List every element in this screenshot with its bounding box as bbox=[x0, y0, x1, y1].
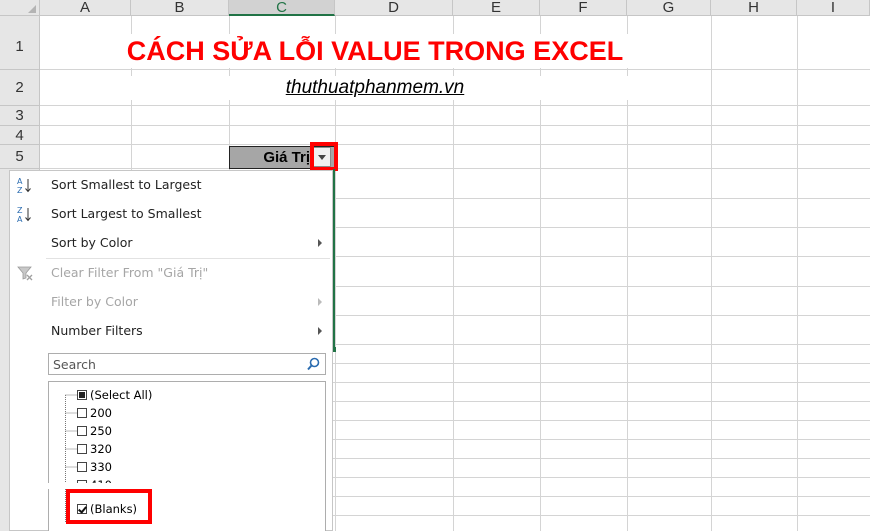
column-header-i[interactable]: I bbox=[797, 0, 870, 16]
menu-label: Sort Largest to Smallest bbox=[51, 206, 202, 221]
checkbox-blanks[interactable] bbox=[77, 504, 87, 514]
list-item-label: 200 bbox=[90, 406, 112, 420]
list-item-label: 250 bbox=[90, 424, 112, 438]
submenu-arrow-icon bbox=[318, 298, 322, 306]
autofilter-menu: A Z Sort Smallest to Largest Z A Sort La… bbox=[9, 170, 333, 531]
column-header-f[interactable]: F bbox=[540, 0, 627, 16]
svg-text:Z: Z bbox=[17, 206, 23, 215]
column-header-d[interactable]: D bbox=[335, 0, 453, 16]
menu-sort-desc[interactable]: Z A Sort Largest to Smallest bbox=[10, 201, 332, 227]
list-item-label: (Blanks) bbox=[90, 502, 138, 516]
menu-label: Clear Filter From "Giá Trị" bbox=[51, 265, 209, 280]
svg-text:A: A bbox=[17, 215, 23, 223]
filter-search-box[interactable] bbox=[48, 353, 326, 375]
grid-line bbox=[40, 144, 870, 145]
row-header-3[interactable]: 3 bbox=[0, 106, 40, 126]
row-header-2[interactable]: 2 bbox=[0, 70, 40, 106]
checkbox-select-all[interactable] bbox=[77, 390, 87, 400]
list-item-select-all[interactable]: (Select All) bbox=[49, 386, 319, 404]
list-item[interactable]: 200 bbox=[49, 404, 319, 422]
list-item-label: (Select All) bbox=[90, 388, 153, 402]
filter-values-list[interactable]: (Select All) 200 250 320 330 410 (Blanks… bbox=[48, 381, 326, 531]
checkbox[interactable] bbox=[77, 426, 87, 436]
corner-triangle-icon bbox=[28, 5, 36, 13]
checkbox[interactable] bbox=[77, 408, 87, 418]
grid-line bbox=[797, 16, 798, 531]
filter-dropdown-button[interactable] bbox=[313, 147, 331, 167]
menu-filter-by-color: Filter by Color bbox=[10, 289, 332, 315]
grid-line bbox=[40, 168, 870, 169]
menu-separator bbox=[46, 258, 330, 259]
column-header-b[interactable]: B bbox=[131, 0, 229, 16]
svg-text:A: A bbox=[17, 177, 23, 186]
search-icon bbox=[307, 357, 320, 371]
column-header-c[interactable]: C bbox=[229, 0, 335, 16]
clip-mask bbox=[48, 483, 324, 489]
checkbox[interactable] bbox=[77, 462, 87, 472]
menu-label: Number Filters bbox=[51, 323, 143, 338]
list-item-label: 320 bbox=[90, 442, 112, 456]
sort-ascending-icon: A Z bbox=[17, 177, 31, 194]
list-item-blanks[interactable]: (Blanks) bbox=[49, 500, 319, 518]
menu-label: Sort by Color bbox=[51, 235, 133, 250]
list-item[interactable]: 330 bbox=[49, 458, 319, 476]
grid-line bbox=[40, 105, 870, 106]
menu-sort-by-color[interactable]: Sort by Color bbox=[10, 230, 332, 256]
list-item[interactable]: 250 bbox=[49, 422, 319, 440]
sheet-title[interactable]: CÁCH SỬA LỖI VALUE TRONG EXCEL bbox=[40, 34, 710, 68]
submenu-arrow-icon bbox=[318, 239, 322, 247]
clear-filter-icon bbox=[17, 266, 33, 281]
grid-line bbox=[40, 125, 870, 126]
column-header-g[interactable]: G bbox=[627, 0, 711, 16]
sheet-subtitle[interactable]: thuthuatphanmem.vn bbox=[40, 76, 710, 100]
row-header-5[interactable]: 5 bbox=[0, 145, 40, 169]
column-header-h[interactable]: H bbox=[711, 0, 797, 16]
column-header-a[interactable]: A bbox=[40, 0, 131, 16]
list-item-label: 330 bbox=[90, 460, 112, 474]
grid-line bbox=[711, 16, 712, 531]
selection-border bbox=[333, 169, 335, 349]
header-cell-label: Giá Trị bbox=[263, 149, 310, 166]
row-header-4[interactable]: 4 bbox=[0, 126, 40, 145]
checkbox[interactable] bbox=[77, 444, 87, 454]
grid-line bbox=[40, 69, 870, 70]
menu-sort-asc[interactable]: A Z Sort Smallest to Largest bbox=[10, 172, 332, 198]
sort-descending-icon: Z A bbox=[17, 206, 31, 223]
menu-label: Sort Smallest to Largest bbox=[51, 177, 202, 192]
dropdown-arrow-icon bbox=[318, 155, 326, 160]
menu-clear-filter: Clear Filter From "Giá Trị" bbox=[10, 260, 332, 286]
filter-search-input[interactable] bbox=[51, 355, 305, 373]
column-header-e[interactable]: E bbox=[453, 0, 540, 16]
menu-number-filters[interactable]: Number Filters bbox=[10, 318, 332, 344]
svg-text:Z: Z bbox=[17, 186, 23, 194]
select-all-corner[interactable] bbox=[0, 0, 40, 16]
list-item[interactable]: 320 bbox=[49, 440, 319, 458]
menu-label: Filter by Color bbox=[51, 294, 138, 309]
submenu-arrow-icon bbox=[318, 327, 322, 335]
row-header-1[interactable]: 1 bbox=[0, 16, 40, 70]
